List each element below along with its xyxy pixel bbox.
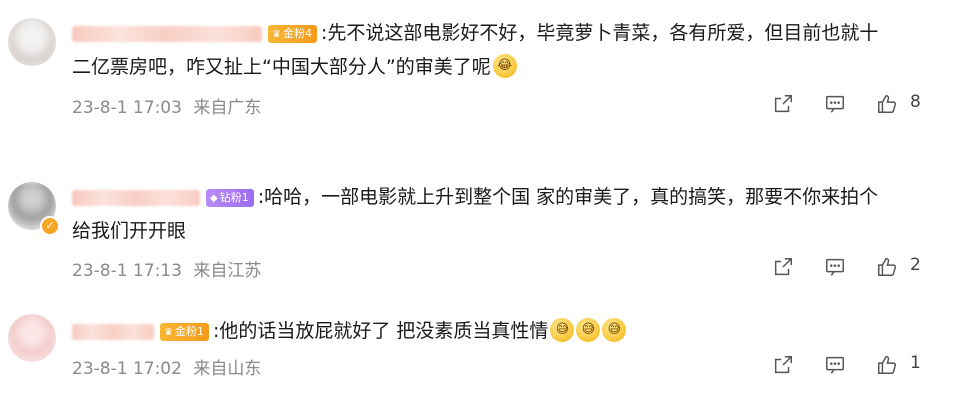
avatar[interactable] bbox=[8, 18, 56, 66]
like-count: 2 bbox=[910, 255, 921, 275]
comment-time: 23-8-1 17:13 bbox=[72, 261, 182, 281]
comment-reply-button[interactable] bbox=[820, 252, 850, 282]
like-button[interactable]: 8 bbox=[872, 89, 921, 119]
comment-actions: 1 bbox=[768, 350, 968, 380]
fan-badge: ♛ 金粉4 bbox=[268, 24, 317, 43]
share-button[interactable] bbox=[768, 252, 798, 282]
share-button[interactable] bbox=[768, 89, 798, 119]
thumbs-up-icon bbox=[878, 258, 897, 276]
comment-location: 来自山东 bbox=[193, 359, 262, 379]
comment-location: 来自广东 bbox=[193, 98, 262, 118]
comment-time: 23-8-1 17:03 bbox=[72, 98, 182, 118]
comment-text: :先不说这部电影好不好，毕竟萝卜青菜，各有所爱，但目前也就十 bbox=[320, 22, 879, 44]
comment-text-line2: 给我们开开眼 bbox=[72, 220, 187, 242]
diamond-icon: ◆ bbox=[210, 192, 218, 204]
comment-item: ♛ 金粉4:先不说这部电影好不好，毕竟萝卜青菜，各有所爱，但目前也就十 二亿票房吧… bbox=[0, 0, 968, 140]
laugh-cry-emoji: 😂 bbox=[492, 53, 517, 78]
verified-icon: ✓ bbox=[40, 216, 60, 236]
comment-meta: 23-8-1 17:02 来自山东 bbox=[72, 354, 261, 379]
username-blurred[interactable] bbox=[72, 189, 200, 206]
fan-badge: ♛ 金粉1 bbox=[160, 322, 209, 341]
share-icon bbox=[774, 95, 792, 113]
comment-icon bbox=[826, 95, 844, 113]
username-blurred[interactable] bbox=[72, 25, 262, 42]
username-blurred[interactable] bbox=[72, 323, 154, 340]
like-count: 1 bbox=[910, 353, 921, 373]
comment-reply-button[interactable] bbox=[820, 89, 850, 119]
thumbs-up-icon bbox=[878, 95, 897, 113]
awkward-smile-emoji: 😅 bbox=[576, 317, 601, 342]
awkward-smile-emoji: 😅 bbox=[602, 317, 627, 342]
comment-item: ✓ ◆ 钻粉1:哈哈，一部电影就上升到整个国 家的审美了，真的搞笑，那要不你来拍个… bbox=[0, 170, 968, 290]
share-button[interactable] bbox=[768, 350, 798, 380]
comment-actions: 2 bbox=[768, 252, 968, 282]
fan-crown-icon: ♛ bbox=[164, 326, 173, 338]
comment-text: :他的话当放屁就好了 把没素质当真性情 bbox=[212, 320, 549, 342]
comment-icon bbox=[826, 258, 844, 276]
thumbs-up-icon bbox=[878, 356, 897, 374]
avatar[interactable] bbox=[8, 314, 56, 362]
comment-reply-button[interactable] bbox=[820, 350, 850, 380]
comment-icon bbox=[826, 356, 844, 374]
like-button[interactable]: 2 bbox=[872, 252, 921, 282]
share-icon bbox=[774, 356, 792, 374]
fan-crown-icon: ♛ bbox=[272, 28, 281, 40]
like-button[interactable]: 1 bbox=[872, 350, 921, 380]
comment-actions: 8 bbox=[768, 89, 968, 119]
comment-meta: 23-8-1 17:03 来自广东 bbox=[72, 93, 261, 118]
share-icon bbox=[774, 258, 792, 276]
like-count: 8 bbox=[910, 92, 921, 112]
awkward-smile-emoji: 😅 bbox=[550, 317, 575, 342]
comment-location: 来自江苏 bbox=[193, 261, 262, 281]
comment-item: ♛ 金粉1:他的话当放屁就好了 把没素质当真性情 😅 😅 😅 23-8-1 17:02 … bbox=[0, 296, 968, 406]
comment-text: :哈哈，一部电影就上升到整个国 家的审美了，真的搞笑，那要不你来拍个 bbox=[257, 186, 879, 208]
fan-badge: ◆ 钻粉1 bbox=[206, 188, 254, 207]
comment-time: 23-8-1 17:02 bbox=[72, 359, 182, 379]
comment-meta: 23-8-1 17:13 来自江苏 bbox=[72, 256, 261, 281]
comment-text-line2: 二亿票房吧，咋又扯上“中国大部分人”的审美了呢 bbox=[72, 56, 491, 78]
